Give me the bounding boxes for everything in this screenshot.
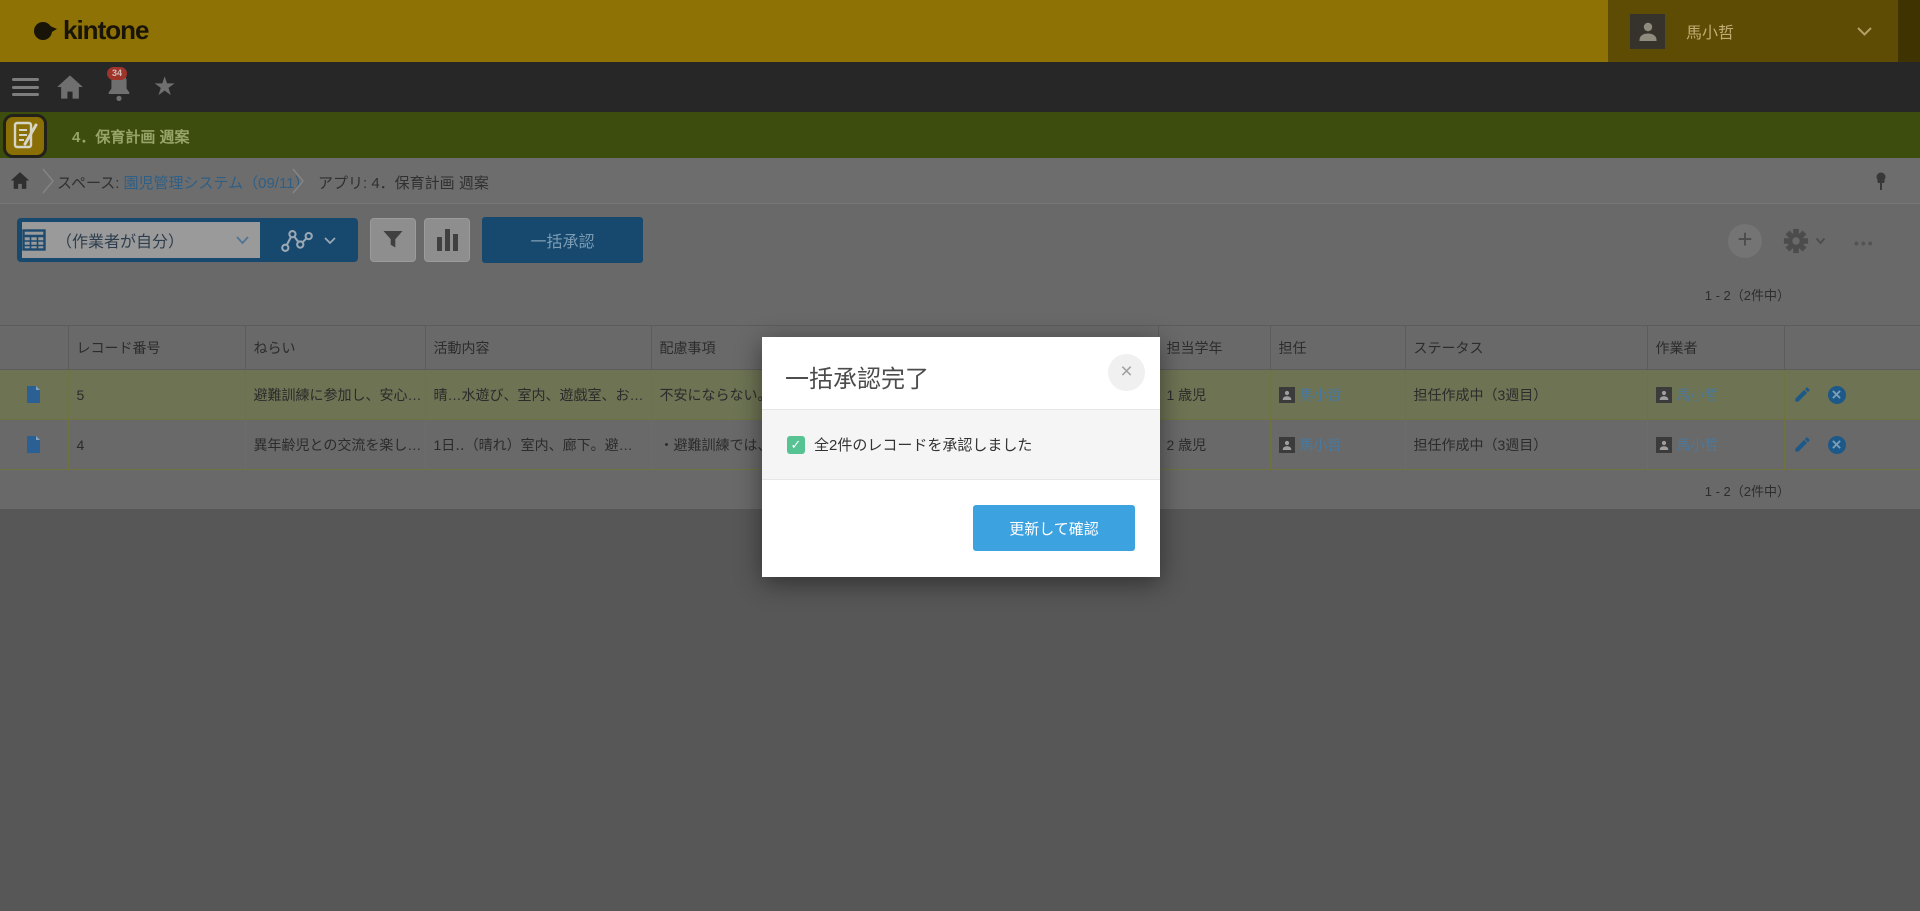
pin-icon[interactable] bbox=[1872, 171, 1890, 191]
breadcrumb-separator-icon bbox=[40, 167, 56, 195]
user-avatar-icon bbox=[1279, 437, 1295, 453]
user-link[interactable]: 馬小哲 bbox=[1300, 435, 1342, 455]
edit-pencil-icon[interactable] bbox=[1793, 435, 1812, 454]
notification-count-badge: 34 bbox=[107, 67, 127, 80]
cell-nerai: 避難訓練に参加し、安心… bbox=[245, 370, 425, 420]
pagination-top: 1 - 2（2件中） bbox=[1620, 285, 1790, 304]
close-icon[interactable]: × bbox=[1108, 354, 1145, 391]
record-detail-icon[interactable] bbox=[0, 370, 68, 420]
cell-tannin: 馬小哲 bbox=[1270, 370, 1405, 420]
breadcrumb-space: スペース: 園児管理システム（09/11） bbox=[57, 172, 310, 193]
view-selector: （作業者が自分） bbox=[17, 218, 358, 262]
user-link[interactable]: 馬小哲 bbox=[1677, 435, 1719, 455]
kintone-screen: kintone 馬小哲 34 ★ bbox=[0, 0, 1920, 911]
app-title: 4．保育計画 週案 bbox=[72, 126, 190, 147]
user-menu[interactable]: 馬小哲 bbox=[1608, 0, 1898, 62]
cell-record-no: 5 bbox=[68, 370, 245, 420]
column-header-katsudo[interactable]: 活動内容 bbox=[425, 326, 651, 370]
user-avatar-icon bbox=[1279, 387, 1295, 403]
record-detail-icon[interactable] bbox=[0, 420, 68, 470]
column-header-record-no[interactable]: レコード番号 bbox=[68, 326, 245, 370]
menu-icon[interactable] bbox=[12, 78, 39, 96]
more-options-button[interactable]: ••• bbox=[1854, 226, 1875, 260]
funnel-icon bbox=[381, 228, 405, 252]
gear-icon bbox=[1783, 228, 1809, 254]
global-navbar: 34 ★ ? bbox=[0, 62, 1920, 112]
kintone-logo-text: kintone bbox=[63, 15, 148, 46]
user-avatar-icon bbox=[1656, 437, 1672, 453]
app-settings-button[interactable] bbox=[1783, 228, 1826, 254]
cell-gakunen: 1 歳児 bbox=[1158, 370, 1270, 420]
breadcrumb-space-link[interactable]: 園児管理システム（09/11） bbox=[124, 175, 310, 192]
breadcrumb: スペース: 園児管理システム（09/11） アプリ: 4．保育計画 週案 bbox=[0, 158, 1920, 204]
bulk-approve-button[interactable]: 一括承認 bbox=[482, 217, 643, 263]
cell-gakunen: 2 歳児 bbox=[1158, 420, 1270, 470]
cell-tannin: 馬小哲 bbox=[1270, 420, 1405, 470]
process-view-toggle[interactable] bbox=[260, 227, 358, 253]
cell-record-no: 4 bbox=[68, 420, 245, 470]
refresh-confirm-button[interactable]: 更新して確認 bbox=[973, 505, 1135, 551]
bar-chart-icon bbox=[437, 229, 458, 251]
column-header-gakunen[interactable]: 担当学年 bbox=[1158, 326, 1270, 370]
column-header-icon bbox=[0, 326, 68, 370]
workflow-graph-icon bbox=[281, 227, 313, 253]
kintone-logo[interactable]: kintone bbox=[30, 15, 148, 46]
view-selector-label: （作業者が自分） bbox=[56, 228, 184, 252]
chevron-down-icon bbox=[235, 235, 250, 245]
dialog-header: 一括承認完了 × bbox=[762, 337, 1160, 409]
cell-sagyosha: 馬小哲 bbox=[1647, 370, 1784, 420]
breadcrumb-app-label: アプリ: 4．保育計画 週案 bbox=[318, 172, 489, 193]
column-header-status[interactable]: ステータス bbox=[1405, 326, 1647, 370]
user-link[interactable]: 馬小哲 bbox=[1300, 385, 1342, 405]
cell-nerai: 異年齢児との交流を楽し… bbox=[245, 420, 425, 470]
favorites-star-icon[interactable]: ★ bbox=[153, 71, 176, 101]
column-header-tannin[interactable]: 担任 bbox=[1270, 326, 1405, 370]
cell-katsudo: 晴…水遊び、室内、遊戯室、お… bbox=[425, 370, 651, 420]
cell-actions bbox=[1784, 420, 1920, 470]
chevron-down-icon bbox=[323, 236, 337, 245]
cell-actions bbox=[1784, 370, 1920, 420]
column-header-sagyosha[interactable]: 作業者 bbox=[1647, 326, 1784, 370]
cell-katsudo: 1日‥（晴れ）室内、廊下。避… bbox=[425, 420, 651, 470]
delete-x-icon[interactable] bbox=[1828, 386, 1846, 404]
chevron-down-icon bbox=[1856, 26, 1873, 37]
dialog-title: 一括承認完了 bbox=[785, 359, 929, 394]
app-header-bar: 4．保育計画 週案 bbox=[0, 112, 1920, 158]
table-view-icon bbox=[22, 229, 46, 251]
user-avatar-icon bbox=[1656, 387, 1672, 403]
breadcrumb-home-icon[interactable] bbox=[10, 171, 30, 190]
column-header-actions bbox=[1784, 326, 1920, 370]
dialog-footer: 更新して確認 bbox=[762, 480, 1160, 551]
brand-header: kintone 馬小哲 bbox=[0, 0, 1920, 62]
chart-button[interactable] bbox=[424, 218, 470, 262]
user-avatar bbox=[1630, 14, 1665, 49]
chevron-down-icon bbox=[1815, 237, 1826, 245]
cell-status: 担任作成中（3週目） bbox=[1405, 420, 1647, 470]
notifications-bell-icon[interactable]: 34 bbox=[106, 72, 136, 104]
pagination-bottom: 1 - 2（2件中） bbox=[1620, 481, 1790, 500]
breadcrumb-separator-icon bbox=[290, 167, 306, 195]
dialog-message-band: ✓ 全2件のレコードを承認しました bbox=[762, 409, 1160, 480]
home-icon[interactable] bbox=[56, 74, 84, 100]
success-check-icon: ✓ bbox=[787, 436, 805, 454]
filter-button[interactable] bbox=[370, 218, 416, 262]
cell-status: 担任作成中（3週目） bbox=[1405, 370, 1647, 420]
add-record-button[interactable]: + bbox=[1728, 224, 1762, 258]
column-header-nerai[interactable]: ねらい bbox=[245, 326, 425, 370]
edit-pencil-icon[interactable] bbox=[1793, 385, 1812, 404]
cell-sagyosha: 馬小哲 bbox=[1647, 420, 1784, 470]
user-name: 馬小哲 bbox=[1686, 19, 1734, 43]
delete-x-icon[interactable] bbox=[1828, 436, 1846, 454]
kintone-logo-icon bbox=[30, 17, 58, 45]
user-link[interactable]: 馬小哲 bbox=[1677, 385, 1719, 405]
header-edge-panel bbox=[1898, 0, 1920, 62]
dialog-message: 全2件のレコードを承認しました bbox=[814, 434, 1032, 455]
view-dropdown[interactable]: （作業者が自分） bbox=[22, 222, 260, 258]
breadcrumb-space-prefix: スペース: bbox=[57, 175, 124, 192]
app-icon[interactable] bbox=[3, 114, 47, 158]
bulk-approve-complete-dialog: 一括承認完了 × ✓ 全2件のレコードを承認しました 更新して確認 bbox=[762, 337, 1160, 577]
